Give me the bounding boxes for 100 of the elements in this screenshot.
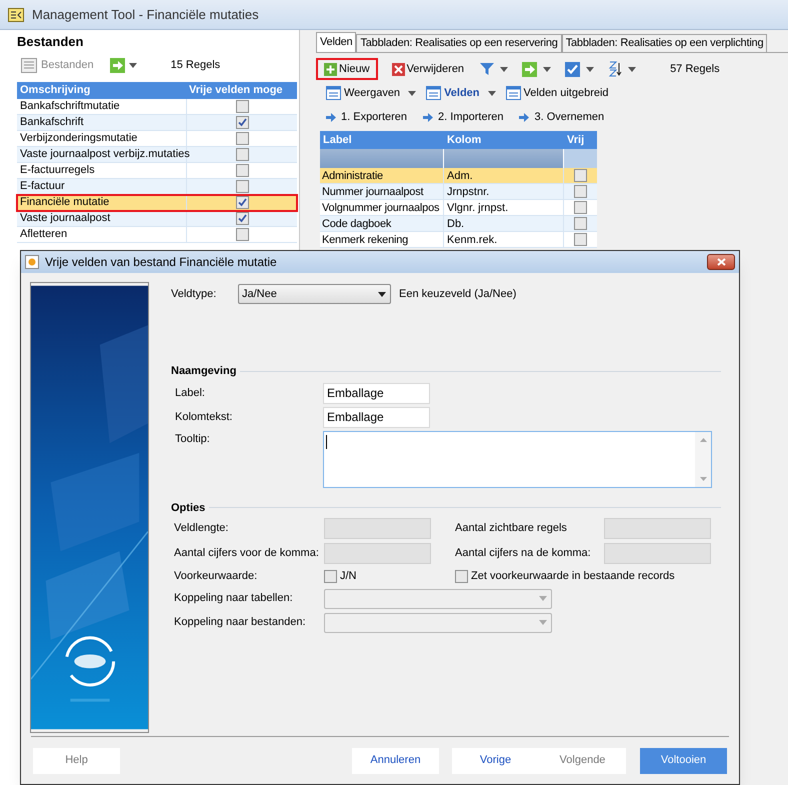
filter-row[interactable] <box>320 149 597 168</box>
tab[interactable]: Velden <box>316 32 356 52</box>
window-icon <box>8 8 24 22</box>
veldtype-dropdown[interactable]: Ja/Nee <box>238 284 391 304</box>
tab[interactable]: Tabbladen: Realisaties op een verplichting <box>562 34 768 52</box>
row-count: 15 Regels <box>170 58 220 74</box>
caret-icon[interactable] <box>408 90 416 96</box>
arrow-icon[interactable] <box>522 62 538 76</box>
view-button[interactable]: Velden <box>426 84 480 102</box>
caret-icon[interactable] <box>128 63 137 68</box>
table-cell: Code dagboek <box>320 216 444 231</box>
table-cell: Financiële mutatie <box>17 194 187 210</box>
delete-icon <box>392 62 405 76</box>
tooltip-field[interactable] <box>323 430 712 488</box>
checkbox[interactable] <box>574 185 587 198</box>
table-cell: Afletteren <box>17 226 187 242</box>
checkbox[interactable] <box>324 570 337 583</box>
checkbox[interactable] <box>574 169 587 182</box>
dialog-title: Vrije velden van bestand Financiële mutatie <box>45 254 277 271</box>
table-row[interactable]: Verbijzonderingsmutatie <box>17 130 297 146</box>
table-cell: Vlgnr. jrnpst. <box>444 200 564 215</box>
view-button[interactable]: Velden uitgebreid <box>506 84 609 102</box>
plus-icon <box>324 62 337 76</box>
field-label: Kolomtekst: <box>175 410 234 425</box>
view-button[interactable]: Weergaven <box>326 84 400 102</box>
checkbox-option[interactable]: Zet voorkeurwaarde in bestaande records <box>455 568 712 584</box>
table-row[interactable]: Bankafschriftmutatie <box>17 98 297 114</box>
input-field[interactable] <box>324 543 431 564</box>
checkbox[interactable] <box>236 148 248 160</box>
scroll-down-icon[interactable] <box>700 476 706 480</box>
dropdown[interactable] <box>324 588 552 608</box>
table-row[interactable]: Financiële mutatie <box>17 194 297 210</box>
caret-icon[interactable] <box>488 90 496 96</box>
caret-icon[interactable] <box>543 66 552 72</box>
checkbox[interactable] <box>236 212 248 224</box>
arrow-icon <box>423 112 434 122</box>
table-cell: E-factuurregels <box>17 162 187 178</box>
action-link[interactable]: 2. Importeren <box>423 108 504 126</box>
input-field[interactable] <box>324 518 431 539</box>
field-description: Een keuzeveld (Ja/Nee) <box>399 286 516 302</box>
input-field[interactable] <box>604 543 711 564</box>
scroll-up-icon[interactable] <box>700 438 706 442</box>
check-icon[interactable] <box>565 62 580 76</box>
field-label: Tooltip: <box>175 432 211 446</box>
input-field[interactable] <box>604 518 711 539</box>
table-cell: Bankafschriftmutatie <box>17 98 187 114</box>
list-icon <box>506 86 521 100</box>
table-row[interactable]: Volgnummer journaalpos Vlgnr. jrnpst. <box>320 200 597 216</box>
table-row[interactable]: E-factuurregels <box>17 162 297 178</box>
table-cell: Kenmerk rekening <box>320 232 444 247</box>
table-row[interactable]: Vaste journaalpost verbijz.mutaties <box>17 146 297 162</box>
dialog-button[interactable]: Annuleren <box>352 748 439 774</box>
toolbar-button[interactable]: Nieuw <box>316 58 378 80</box>
caret-icon[interactable] <box>500 66 508 72</box>
checkbox[interactable] <box>236 180 248 192</box>
field-label: Aantal cijfers na de komma: <box>455 546 592 562</box>
field-label: Koppeling naar bestanden: <box>174 615 306 630</box>
dropdown[interactable] <box>324 612 552 632</box>
table-row[interactable]: Nummer journaalpost Jrnpstnr. <box>320 184 597 200</box>
checkbox[interactable] <box>236 196 248 208</box>
caret-icon[interactable] <box>586 66 594 72</box>
checkbox[interactable] <box>574 217 587 230</box>
checkbox[interactable] <box>236 132 248 144</box>
table-cell: Db. <box>444 216 564 231</box>
input-field[interactable]: Emballage <box>323 382 430 404</box>
close-button[interactable] <box>707 254 735 270</box>
table-row[interactable]: Kenmerk rekening Kenm.rek. <box>320 232 597 248</box>
action-link[interactable]: 1. Exporteren <box>326 108 408 126</box>
input-field[interactable]: Emballage <box>323 406 430 428</box>
table-row[interactable]: Afletteren <box>17 226 297 242</box>
dialog-icon <box>25 255 39 269</box>
checkbox-option[interactable]: J/N <box>324 568 455 584</box>
field-label: Koppeling naar tabellen: <box>174 591 294 606</box>
field-label: Label: <box>175 386 206 401</box>
section-title: Opties <box>171 500 206 516</box>
action-link[interactable]: 3. Overnemen <box>519 108 604 126</box>
table-row[interactable]: E-factuur <box>17 178 297 194</box>
toolbar-button[interactable]: Verwijderen <box>384 58 472 80</box>
table-cell: Jrnpstnr. <box>444 184 564 199</box>
table-cell: Nummer journaalpost <box>320 184 444 199</box>
checkbox[interactable] <box>574 201 587 214</box>
table-cell: Bankafschrift <box>17 114 187 130</box>
table-cell: Volgnummer journaalpos <box>320 200 444 215</box>
checkbox[interactable] <box>236 228 248 240</box>
checkbox[interactable] <box>236 100 248 112</box>
checkbox[interactable] <box>574 233 587 246</box>
table-row[interactable]: Bankafschrift <box>17 114 297 130</box>
table-row[interactable]: Code dagboek Db. <box>320 216 597 232</box>
table-row[interactable]: Administratie Adm. <box>320 168 597 184</box>
checkbox[interactable] <box>455 570 468 583</box>
tab[interactable]: Tabbladen: Realisaties op een reservering <box>356 34 562 52</box>
caret-icon[interactable] <box>628 66 636 72</box>
checkbox[interactable] <box>236 116 248 128</box>
sort-icon[interactable] <box>608 61 622 77</box>
table-cell: Verbijzonderingsmutatie <box>17 130 187 146</box>
filter-icon[interactable] <box>480 62 494 76</box>
dialog-button[interactable]: Vorige <box>452 748 539 774</box>
arrow-icon <box>519 112 530 122</box>
window-title: Management Tool - Financiële mutaties <box>32 6 259 24</box>
checkbox[interactable] <box>236 164 248 176</box>
